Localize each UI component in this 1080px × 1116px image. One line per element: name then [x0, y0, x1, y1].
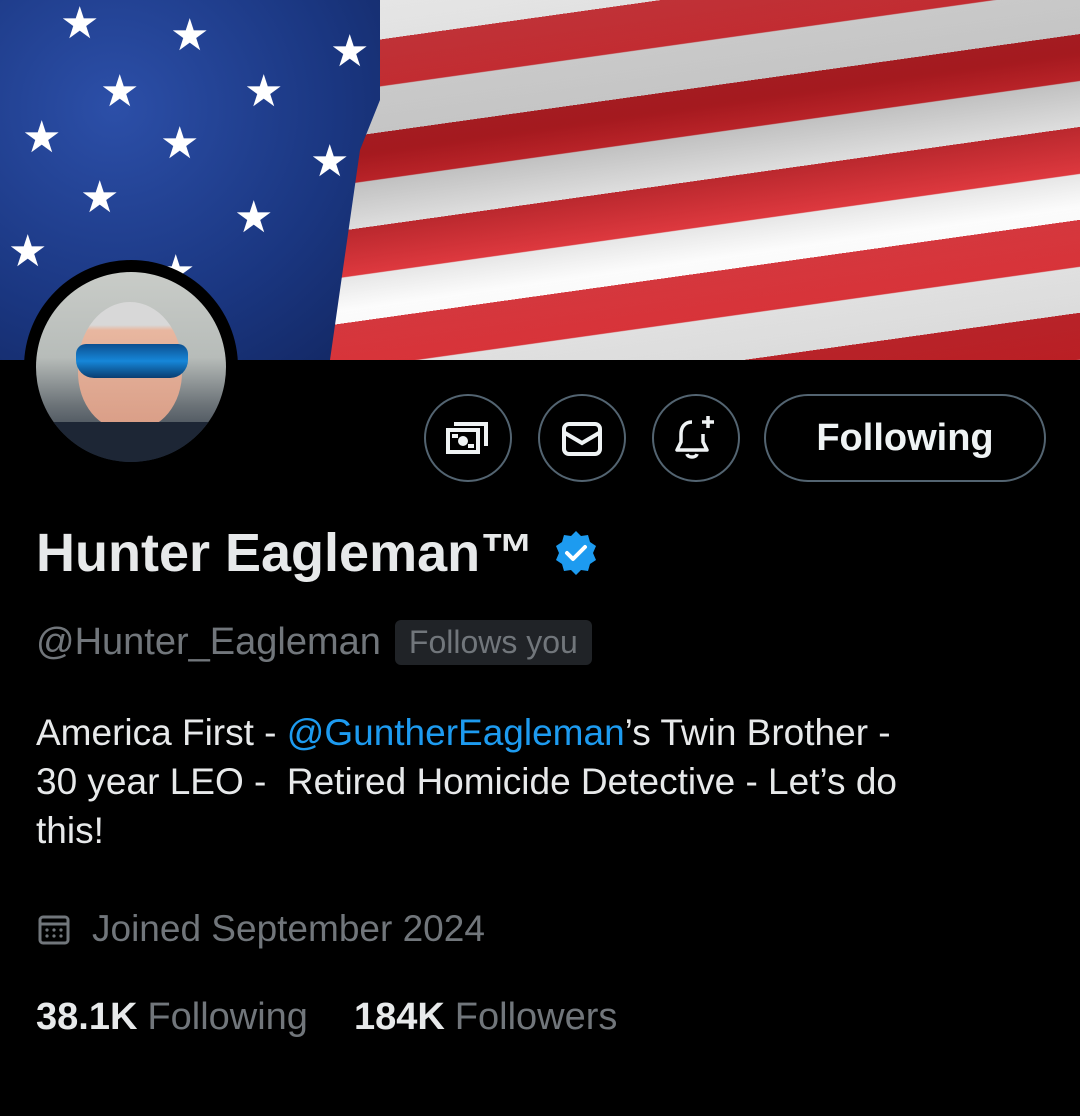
verified-badge-icon[interactable]	[552, 529, 600, 577]
profile-bio: America First - @GuntherEagleman’s Twin …	[36, 708, 1046, 855]
display-name-row: Hunter Eagleman™	[36, 522, 600, 584]
following-button[interactable]: Following	[764, 394, 1046, 482]
joined-date: Joined September 2024	[92, 908, 485, 949]
star-icon: ★	[100, 66, 140, 117]
star-icon: ★	[170, 10, 210, 61]
calendar-icon	[38, 915, 70, 945]
username-handle: @Hunter_Eagleman	[36, 621, 381, 663]
handle-row: @Hunter_Eagleman Follows you	[36, 620, 592, 665]
avatar-shirt	[36, 422, 226, 462]
bell-plus-icon	[675, 416, 714, 459]
display-name: Hunter Eagleman™	[36, 523, 535, 583]
notifications-button[interactable]	[652, 394, 740, 482]
mail-icon	[562, 422, 602, 456]
followers-count[interactable]: 184K	[354, 996, 445, 1039]
money-icon	[446, 422, 488, 454]
star-icon: ★	[244, 66, 284, 117]
star-icon: ★	[22, 112, 62, 163]
followers-link[interactable]: Followers	[455, 996, 618, 1039]
star-icon: ★	[8, 226, 48, 277]
bio-mention-link[interactable]: @GuntherEagleman	[287, 712, 625, 753]
star-icon: ★	[80, 172, 120, 223]
following-count[interactable]: 38.1K	[36, 996, 137, 1039]
subscribe-button[interactable]	[424, 394, 512, 482]
message-button[interactable]	[538, 394, 626, 482]
following-link[interactable]: Following	[147, 996, 308, 1039]
avatar-photo	[36, 272, 226, 462]
bio-text: America First -	[36, 712, 287, 753]
star-icon: ★	[60, 0, 100, 49]
star-icon: ★	[330, 26, 370, 77]
star-icon: ★	[234, 192, 274, 243]
star-icon: ★	[160, 118, 200, 169]
sunglasses	[76, 344, 188, 378]
joined-date-row: Joined September 2024	[36, 908, 485, 950]
star-icon: ★	[310, 136, 350, 187]
profile-avatar[interactable]	[24, 260, 238, 474]
follow-stats: 38.1K Following 184K Followers	[36, 996, 617, 1039]
follows-you-badge: Follows you	[394, 620, 592, 665]
